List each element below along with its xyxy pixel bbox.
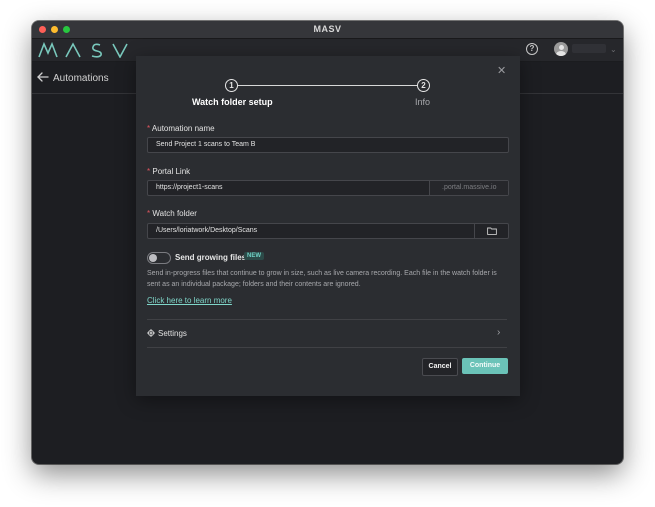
- watch-folder-input[interactable]: /Users/loriatwork/Desktop/Scans: [147, 223, 509, 239]
- masv-logo: [38, 42, 128, 58]
- window-title: MASV: [313, 24, 342, 34]
- watch-folder-label: * Watch folder: [147, 209, 197, 218]
- user-name[interactable]: [572, 44, 606, 53]
- portal-link-value: https://project1-scans: [156, 183, 223, 191]
- stepper-line: [238, 84, 418, 86]
- window-titlebar: MASV: [32, 21, 623, 39]
- page-title: Automations: [53, 73, 109, 84]
- gear-icon: [147, 329, 155, 337]
- automation-name-label: * Automation name: [147, 124, 215, 133]
- growing-files-description: Send in-progress files that continue to …: [147, 270, 497, 288]
- user-avatar-icon[interactable]: [554, 42, 568, 56]
- portal-link-input[interactable]: https://project1-scans .portal.massive.i…: [147, 180, 509, 196]
- step-1-label: Watch folder setup: [192, 97, 273, 107]
- folder-icon: [487, 227, 497, 235]
- learn-more-link[interactable]: Click here to learn more: [147, 296, 232, 305]
- new-badge: NEW: [244, 252, 264, 260]
- divider: [147, 347, 507, 348]
- continue-button[interactable]: Continue: [462, 358, 508, 374]
- step-1-indicator: 1: [225, 79, 238, 92]
- close-icon[interactable]: ✕: [497, 66, 506, 77]
- required-mark: *: [147, 124, 151, 133]
- growing-files-toggle[interactable]: [147, 252, 171, 264]
- browse-folder-button[interactable]: [474, 224, 508, 238]
- required-mark: *: [147, 209, 151, 218]
- growing-files-label: Send growing files: [175, 253, 247, 262]
- automation-name-input[interactable]: Send Project 1 scans to Team B: [147, 137, 509, 153]
- arrow-left-icon[interactable]: [37, 72, 49, 82]
- chevron-down-icon[interactable]: ⌄: [610, 45, 617, 54]
- settings-toggle[interactable]: Settings: [158, 329, 187, 338]
- divider: [147, 319, 507, 320]
- cancel-button[interactable]: Cancel: [422, 358, 458, 376]
- step-2-indicator: 2: [417, 79, 430, 92]
- automation-name-value: Send Project 1 scans to Team B: [156, 140, 256, 148]
- watch-folder-value: /Users/loriatwork/Desktop/Scans: [156, 226, 258, 234]
- required-mark: *: [147, 167, 151, 176]
- automation-setup-dialog: ✕ 1 2 Watch folder setup Info * Automati…: [136, 56, 520, 396]
- help-icon[interactable]: ?: [526, 43, 538, 55]
- portal-link-suffix: .portal.massive.io: [429, 181, 508, 195]
- portal-domain-suffix: .portal.massive.io: [442, 183, 497, 191]
- toggle-knob: [149, 254, 157, 262]
- portal-link-label: * Portal Link: [147, 167, 191, 176]
- step-2-label: Info: [415, 97, 431, 107]
- chevron-right-icon[interactable]: ›: [497, 327, 500, 338]
